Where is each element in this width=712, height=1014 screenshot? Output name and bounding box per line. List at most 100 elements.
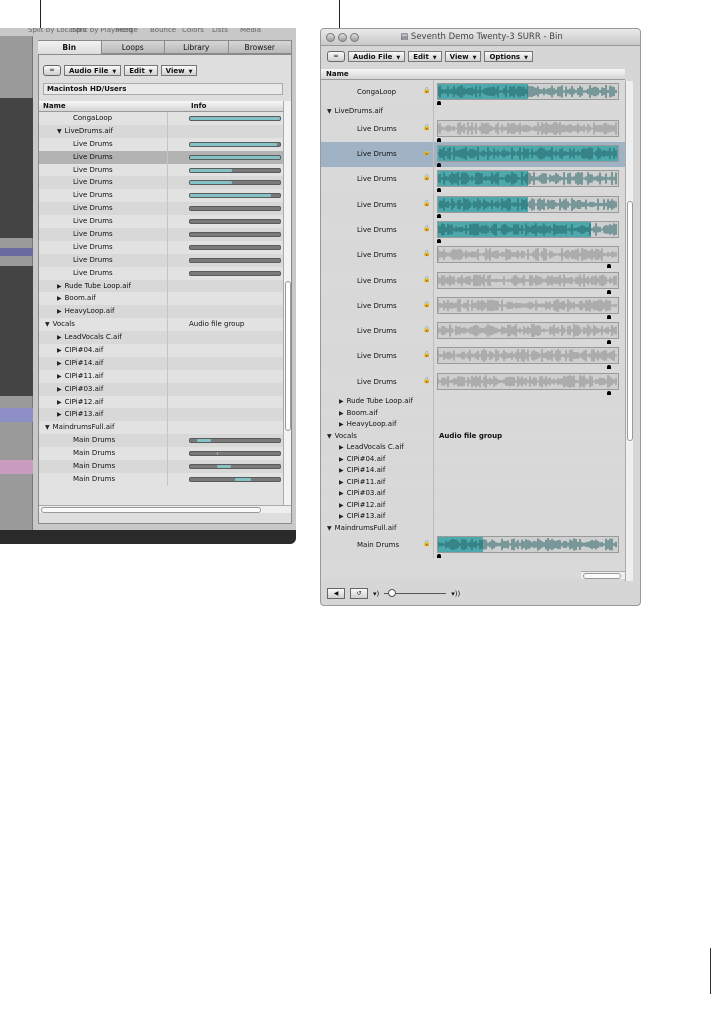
view-menu[interactable]: View ▼ — [160, 65, 198, 76]
disclosure-open-icon[interactable]: ▼ — [57, 128, 62, 135]
scroll-thumb[interactable] — [41, 507, 261, 513]
list-item[interactable]: Live Drums — [39, 240, 283, 254]
list-item[interactable]: ▶ CIPi#04.aif — [39, 344, 283, 357]
list-item[interactable]: Main Drums — [39, 472, 283, 486]
lock-icon[interactable]: 🔒 — [423, 377, 430, 384]
list-item[interactable]: Live Drums 🔒 — [321, 142, 625, 168]
top-menu-item[interactable]: Colors — [182, 28, 204, 34]
audio-region[interactable] — [437, 322, 619, 340]
lock-icon[interactable]: 🔒 — [423, 351, 430, 358]
scroll-thumb[interactable] — [285, 281, 291, 431]
list-item[interactable]: ▶ HeavyLoop.aif — [39, 305, 283, 319]
scroll-thumb[interactable] — [583, 573, 621, 579]
list-item[interactable]: ▶ CIPi#04.aif — [321, 452, 625, 465]
disclosure-closed-icon[interactable]: ▶ — [57, 334, 62, 341]
list-item[interactable]: Live Drums — [39, 163, 283, 177]
lock-icon[interactable]: 🔒 — [423, 225, 430, 232]
close-button[interactable] — [326, 33, 335, 42]
audio-region[interactable] — [437, 83, 619, 100]
link-icon[interactable]: ∞ — [43, 65, 61, 76]
lock-icon[interactable]: 🔒 — [423, 200, 430, 207]
list-item[interactable]: Live Drums 🔒 — [321, 116, 625, 143]
lock-icon[interactable]: 🔒 — [423, 174, 430, 181]
disclosure-closed-icon[interactable]: ▶ — [57, 283, 62, 290]
audio-region[interactable] — [437, 536, 619, 554]
disclosure-closed-icon[interactable]: ▶ — [339, 456, 344, 463]
list-item[interactable]: ▼ MaindrumsFull.aif — [321, 521, 625, 534]
list-item[interactable]: ▶ CIPi#13.aif — [321, 510, 625, 522]
disclosure-closed-icon[interactable]: ▶ — [57, 347, 62, 354]
disclosure-closed-icon[interactable]: ▶ — [339, 467, 344, 474]
list-item[interactable]: ▼ LiveDrums.aif — [321, 105, 625, 117]
list-item[interactable]: ▶ LeadVocals C.aif — [39, 331, 283, 345]
view-menu[interactable]: View ▼ — [444, 51, 482, 62]
list-item[interactable]: ▶ CIPi#14.aif — [39, 356, 283, 370]
tab-loops[interactable]: Loops — [101, 40, 165, 54]
lock-icon[interactable]: 🔒 — [423, 149, 430, 156]
list-item[interactable]: Live Drums 🔒 — [321, 167, 625, 193]
disclosure-open-icon[interactable]: ▼ — [327, 433, 332, 440]
list-item[interactable]: ▼ Vocals Audio file group — [321, 429, 625, 442]
list-item[interactable]: Live Drums 🔒 — [321, 344, 625, 370]
list-item[interactable]: ▶ CIPi#03.aif — [321, 487, 625, 499]
list-item[interactable]: Main Drums — [39, 434, 283, 448]
lock-icon[interactable]: 🔒 — [423, 124, 430, 131]
top-menu-item[interactable]: Bounce — [150, 28, 176, 34]
top-menu-item[interactable]: Media — [240, 28, 261, 34]
list-item[interactable]: Main Drums 🔒 — [321, 533, 625, 559]
edit-menu[interactable]: Edit ▼ — [408, 51, 442, 62]
list-item[interactable]: ▶ CIPi#12.aif — [39, 395, 283, 409]
column-info[interactable]: Info — [191, 102, 206, 110]
list-item[interactable]: ▼ MaindrumsFull.aif — [39, 421, 283, 435]
audio-region[interactable] — [437, 372, 619, 390]
disclosure-open-icon[interactable]: ▼ — [45, 424, 50, 431]
audio-region[interactable] — [437, 195, 619, 213]
disclosure-closed-icon[interactable]: ▶ — [339, 444, 344, 451]
disclosure-closed-icon[interactable]: ▶ — [57, 308, 62, 315]
lock-icon[interactable]: 🔒 — [423, 250, 430, 257]
link-icon[interactable]: ∞ — [327, 51, 345, 62]
audio-region[interactable] — [437, 347, 619, 365]
list-item[interactable]: ▼ LiveDrums.aif — [39, 124, 283, 138]
cycle-button[interactable]: ↺ — [350, 588, 368, 599]
vertical-scrollbar[interactable] — [283, 101, 291, 505]
list-item[interactable]: Live Drums 🔒 — [321, 369, 625, 396]
column-name[interactable]: Name — [326, 70, 349, 78]
disclosure-closed-icon[interactable]: ▶ — [57, 399, 62, 406]
disclosure-closed-icon[interactable]: ▶ — [339, 490, 344, 497]
audio-file-menu[interactable]: Audio File ▼ — [348, 51, 406, 62]
audio-region[interactable] — [437, 296, 619, 314]
list-item[interactable]: Main Drums — [39, 447, 283, 461]
list-item[interactable]: ▼ Vocals Audio file group — [39, 318, 283, 332]
list-item[interactable]: CongaLoop — [39, 112, 283, 125]
list-item[interactable]: Live Drums — [39, 215, 283, 229]
tab-library[interactable]: Library — [165, 40, 229, 54]
disclosure-closed-icon[interactable]: ▶ — [339, 398, 344, 405]
lock-icon[interactable]: 🔒 — [423, 326, 430, 333]
audio-region[interactable] — [437, 145, 619, 163]
list-item[interactable]: ▶ CIPi#12.aif — [321, 498, 625, 511]
disclosure-closed-icon[interactable]: ▶ — [57, 373, 62, 380]
lock-icon[interactable]: 🔒 — [423, 276, 430, 283]
column-name[interactable]: Name — [43, 102, 66, 110]
tab-browser[interactable]: Browser — [228, 40, 292, 54]
disclosure-closed-icon[interactable]: ▶ — [339, 479, 344, 486]
edit-menu[interactable]: Edit ▼ — [124, 65, 158, 76]
scroll-thumb[interactable] — [627, 201, 633, 441]
list-item[interactable]: Live Drums — [39, 253, 283, 267]
minimize-button[interactable] — [338, 33, 347, 42]
disclosure-open-icon[interactable]: ▼ — [45, 321, 50, 328]
list-item[interactable]: CongaLoop 🔒 — [321, 80, 625, 106]
options-menu[interactable]: Options ▼ — [484, 51, 533, 62]
lock-icon[interactable]: 🔒 — [423, 301, 430, 308]
list-item[interactable]: Live Drums — [39, 176, 283, 190]
disclosure-closed-icon[interactable]: ▶ — [339, 421, 344, 428]
disclosure-closed-icon[interactable]: ▶ — [57, 295, 62, 302]
disclosure-closed-icon[interactable]: ▶ — [339, 410, 344, 417]
list-item[interactable]: ▶ Boom.aif — [321, 406, 625, 419]
top-menu-item[interactable]: Lists — [212, 28, 228, 34]
list-item[interactable]: ▶ Rude Tube Loop.aif — [39, 279, 283, 293]
audio-region[interactable] — [437, 220, 619, 238]
disclosure-open-icon[interactable]: ▼ — [327, 525, 332, 532]
list-item[interactable]: ▶ Boom.aif — [39, 292, 283, 306]
